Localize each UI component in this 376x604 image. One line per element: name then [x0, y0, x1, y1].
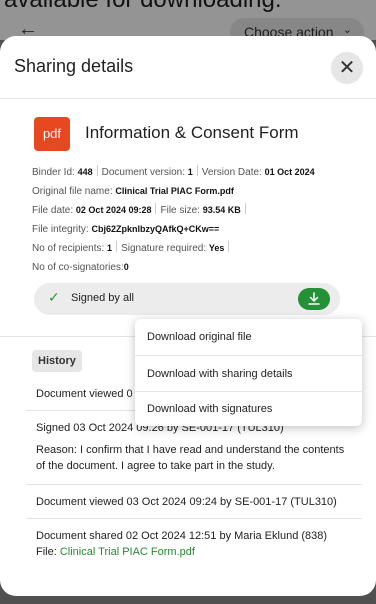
- file-date: 02 Oct 2024 09:28: [75, 205, 152, 215]
- recipients-count: 1: [107, 243, 113, 253]
- history-entry-2-reason-a: Reason: I confirm that I have read and u…: [36, 444, 345, 456]
- shared-file-link[interactable]: Clinical Trial PIAC Form.pdf: [60, 546, 195, 558]
- modal-header: Sharing details ✕: [0, 36, 376, 99]
- document-header: pdf Information & Consent Form: [14, 117, 362, 173]
- signature-required: Yes: [208, 243, 225, 253]
- history-entry-3: Document viewed 03 Oct 2024 09:24 by SE-…: [36, 496, 337, 508]
- document-metadata: Binder Id: 448 Document version: 1 Version…: [14, 163, 362, 277]
- history-divider: [26, 518, 362, 519]
- meta-row-5: No of recipients: 1 Signature required: Y…: [32, 239, 362, 258]
- history-entry-2-reason-b: of the document. I agree to take part in…: [36, 460, 275, 472]
- file-size: 93.54 KB: [202, 205, 241, 215]
- menu-item-download-signatures[interactable]: Download with signatures: [135, 391, 362, 426]
- sharing-details-modal: Sharing details ✕ pdf Information & Cons…: [0, 36, 376, 596]
- download-button[interactable]: [298, 288, 330, 310]
- download-icon: [308, 292, 320, 305]
- meta-row-6: No of co-signatories:0: [32, 262, 129, 273]
- history-entry-4-file: File: Clinical Trial PIAC Form.pdf: [36, 546, 195, 558]
- document-details: pdf Information & Consent Form Binder Id…: [0, 117, 376, 277]
- history-entry-1: Document viewed 0: [36, 388, 133, 400]
- file-integrity: Cbj62ZpknlbzyQAfkQ+CKw==: [91, 224, 220, 234]
- cosignatories-count: 0: [123, 262, 129, 272]
- close-button[interactable]: ✕: [331, 52, 363, 84]
- download-options-menu: Download original file Download with sha…: [135, 319, 362, 426]
- meta-row-3: File date: 02 Oct 2024 09:28 File size: 9…: [32, 201, 362, 220]
- meta-row-2: Original file name: Clinical Trial PIAC …: [32, 186, 234, 197]
- history-entry-4: Document shared 02 Oct 2024 12:51 by Mar…: [36, 530, 328, 542]
- document-title: Information & Consent Form: [85, 123, 299, 142]
- menu-item-download-original[interactable]: Download original file: [135, 319, 362, 355]
- checkmark-icon: ✓: [48, 289, 60, 305]
- pdf-file-icon: pdf: [34, 117, 70, 151]
- meta-row-4: File integrity: Cbj62ZpknlbzyQAfkQ+CKw==: [32, 224, 220, 235]
- signed-status-label: Signed by all: [71, 292, 134, 304]
- modal-title: Sharing details: [14, 56, 134, 76]
- menu-item-download-sharing-details[interactable]: Download with sharing details: [135, 356, 362, 392]
- history-divider: [26, 484, 362, 485]
- signed-status-bar: ✓ Signed by all: [34, 283, 340, 315]
- original-filename: Clinical Trial PIAC Form.pdf: [115, 186, 234, 196]
- history-label: History: [32, 350, 82, 372]
- close-icon: ✕: [338, 57, 356, 79]
